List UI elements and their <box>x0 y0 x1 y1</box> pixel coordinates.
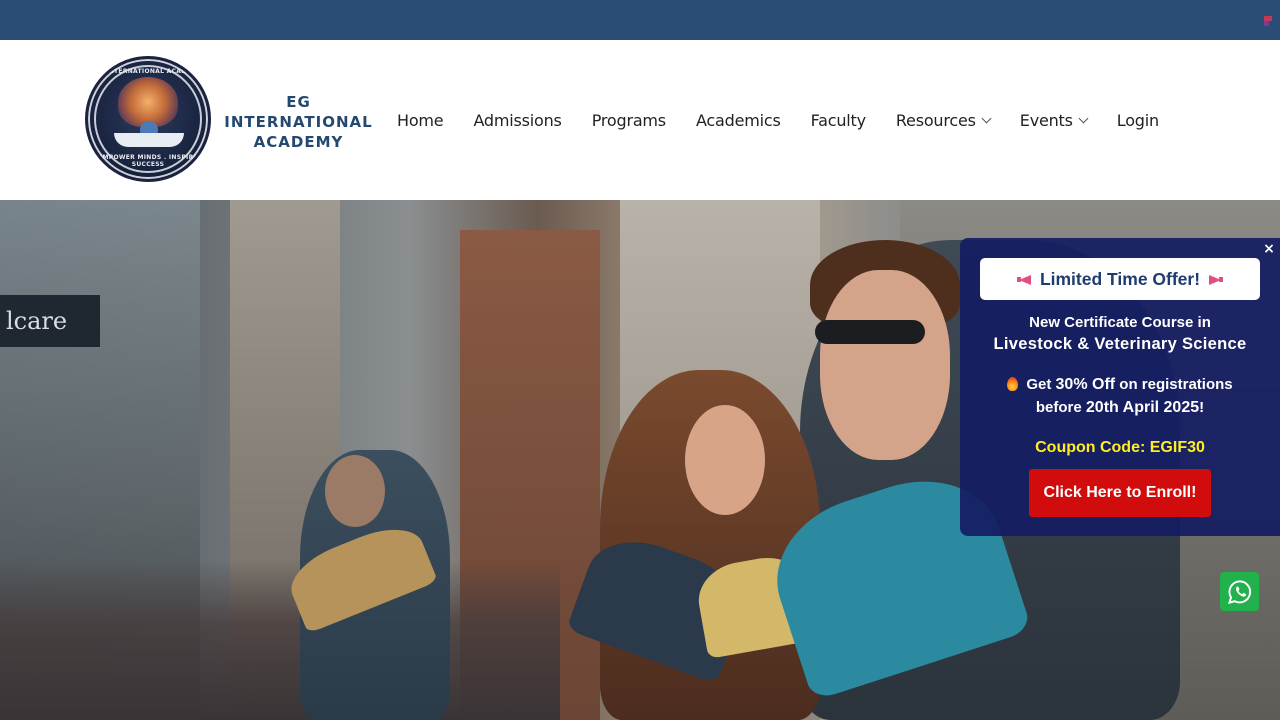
brand-name[interactable]: EG INTERNATIONAL ACADEMY <box>221 92 376 152</box>
fire-icon <box>1007 377 1019 391</box>
discount-suffix: on registrations <box>1119 376 1233 393</box>
storefront-sign: lcare <box>0 295 100 347</box>
nav-item-programs[interactable]: Programs <box>592 111 666 130</box>
megaphone-icon <box>1207 272 1224 286</box>
flag-icon[interactable] <box>1264 16 1272 26</box>
deadline-prefix: before <box>1035 399 1082 416</box>
sunglasses <box>815 320 925 344</box>
nav-item-label: Programs <box>591 110 666 130</box>
crowd <box>0 560 560 720</box>
chevron-down-icon <box>981 113 992 123</box>
nav-item-resources[interactable]: Resources <box>895 110 992 130</box>
offer-banner: Limited Time Offer! <box>980 258 1260 300</box>
nav-item-admissions[interactable]: Admissions <box>473 111 561 130</box>
whatsapp-icon <box>1227 579 1251 604</box>
nav-item-label: Home <box>397 110 444 130</box>
course-name: Livestock & Veterinary Science <box>993 335 1247 353</box>
nav-item-label: Faculty <box>810 110 866 130</box>
logo-bottom-text: EMPOWER MINDS . INSPIRE SUCCESS <box>98 154 198 168</box>
brand-name-line3: ACADEMY <box>253 133 344 151</box>
whatsapp-button[interactable] <box>1220 572 1259 611</box>
student-head <box>325 455 385 527</box>
discount-line: Get 30% Off on registrations <box>960 376 1280 394</box>
nav-item-home[interactable]: Home <box>397 110 444 130</box>
nav-item-events[interactable]: Events <box>1019 110 1089 130</box>
storefront-sign-text: lcare <box>6 307 68 335</box>
coupon-code: Coupon Code: EGIF30 <box>1035 439 1205 456</box>
site-header: EG INTERNATIONAL ACADEMY EMPOWER MINDS .… <box>0 40 1280 200</box>
deadline-line: before 20th April 2025! <box>960 399 1280 417</box>
nav-item-login[interactable]: Login <box>1117 111 1159 130</box>
student-girl-face <box>685 405 765 515</box>
nav-item-label: Login <box>1116 110 1159 130</box>
promo-popup: × Limited Time Offer! New Certificate Co… <box>960 238 1280 536</box>
offer-title: Limited Time Offer! <box>1039 268 1201 289</box>
brand-name-line2: INTERNATIONAL <box>224 113 373 131</box>
course-intro: New Certificate Course in <box>1029 314 1211 331</box>
discount-value: 30% Off <box>1055 376 1116 393</box>
enroll-button[interactable]: Click Here to Enroll! <box>1029 469 1211 517</box>
book-icon <box>114 133 184 147</box>
megaphone-icon <box>1016 272 1033 286</box>
nav-item-label: Resources <box>895 110 976 130</box>
tree-icon <box>118 77 178 127</box>
discount-prefix: Get <box>1026 376 1052 393</box>
academy-logo[interactable]: EG INTERNATIONAL ACADEMY EMPOWER MINDS .… <box>85 56 211 182</box>
close-icon[interactable]: × <box>1262 242 1276 256</box>
deadline-suffix: ! <box>1199 399 1205 416</box>
nav-item-label: Events <box>1019 110 1073 130</box>
nav-item-label: Academics <box>695 110 781 130</box>
main-nav: Home Admissions Programs Academics Facul… <box>397 108 1159 132</box>
logo-top-text: EG INTERNATIONAL ACADEMY <box>94 68 202 75</box>
brand-name-line1: EG <box>286 93 311 111</box>
nav-item-label: Admissions <box>473 110 562 130</box>
nav-item-academics[interactable]: Academics <box>696 111 781 130</box>
student-boy-face <box>820 270 950 460</box>
chevron-down-icon <box>1078 113 1089 123</box>
nav-item-faculty[interactable]: Faculty <box>811 111 866 130</box>
deadline-date: 20th April 2025 <box>1085 399 1200 416</box>
top-bar <box>0 0 1280 40</box>
